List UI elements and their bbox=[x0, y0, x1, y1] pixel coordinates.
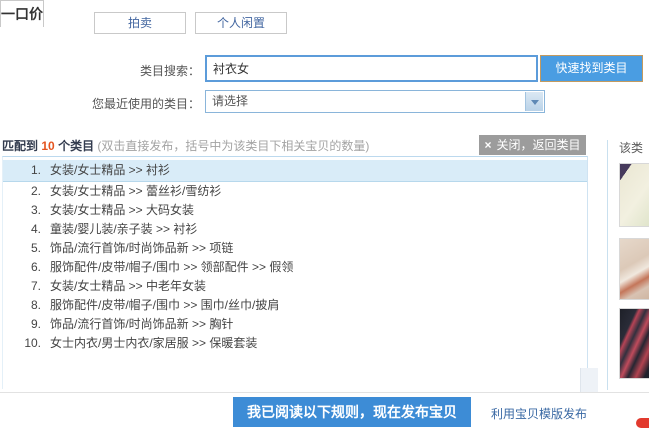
category-list-item[interactable]: 3. 女装/女士精品 >> 大码女装 bbox=[3, 201, 587, 220]
category-item-number: 10. bbox=[3, 334, 41, 353]
match-note: (双击直接发布，括号中为该类目下相关宝贝的数量) bbox=[97, 139, 369, 153]
category-item-path: 女装/女士精品 >> 衬衫 bbox=[50, 163, 170, 177]
category-list-item[interactable]: 7. 女装/女士精品 >> 中老年女装 bbox=[3, 277, 587, 296]
chevron-down-icon[interactable] bbox=[525, 92, 543, 111]
side-panel-divider bbox=[607, 140, 608, 390]
category-item-path: 服饰配件/皮带/帽子/围巾 >> 领部配件 >> 假领 bbox=[50, 260, 293, 274]
category-item-path: 饰品/流行首饰/时尚饰品新 >> 项链 bbox=[50, 241, 233, 255]
category-search-label: 类目搜索： bbox=[0, 62, 200, 79]
category-item-number: 9. bbox=[3, 315, 41, 334]
match-count: 10 bbox=[41, 139, 54, 153]
use-template-link[interactable]: 利用宝贝模版发布 bbox=[491, 405, 587, 422]
close-button-label: 关闭，返回类目 bbox=[497, 138, 581, 152]
category-list-item[interactable]: 5. 饰品/流行首饰/时尚饰品新 >> 项链 bbox=[3, 239, 587, 258]
category-item-path: 童装/婴儿装/亲子装 >> 衬衫 bbox=[50, 222, 197, 236]
recent-category-label: 您最近使用的类目： bbox=[0, 95, 200, 112]
category-item-number: 2. bbox=[3, 182, 41, 201]
scrollbar-corner bbox=[580, 368, 598, 392]
category-list-item[interactable]: 2. 女装/女士精品 >> 蕾丝衫/雪纺衫 bbox=[3, 182, 587, 201]
category-item-number: 7. bbox=[3, 277, 41, 296]
category-list: 1. 女装/女士精品 >> 衬衫 2. 女装/女士精品 >> 蕾丝衫/雪纺衫 3. 女装/… bbox=[2, 156, 588, 389]
category-list-item[interactable]: 1. 女装/女士精品 >> 衬衫 bbox=[3, 160, 587, 182]
match-result-header: 匹配到 10 个类目 (双击直接发布，括号中为该类目下相关宝贝的数量) bbox=[2, 137, 369, 154]
category-item-number: 3. bbox=[3, 201, 41, 220]
category-item-number: 5. bbox=[3, 239, 41, 258]
category-item-path: 服饰配件/皮带/帽子/围巾 >> 围巾/丝巾/披肩 bbox=[50, 298, 279, 312]
lace-clothing-thumbnail[interactable] bbox=[619, 308, 649, 379]
category-list-item[interactable]: 8. 服饰配件/皮带/帽子/围巾 >> 围巾/丝巾/披肩 bbox=[3, 296, 587, 315]
match-suffix: 个类目 bbox=[58, 139, 94, 153]
match-prefix: 匹配到 bbox=[2, 139, 38, 153]
tab-personal-idle[interactable]: 个人闲置 bbox=[195, 12, 287, 34]
category-item-number: 6. bbox=[3, 258, 41, 277]
publish-item-category-page: 一口价 拍卖 个人闲置 类目搜索： 快速找到类目 您最近使用的类目： 请选择 匹… bbox=[0, 0, 649, 428]
category-item-path: 女装/女士精品 >> 蕾丝衫/雪纺衫 bbox=[50, 184, 221, 198]
tab-fixed-price[interactable]: 一口价 bbox=[0, 0, 44, 27]
category-list-item[interactable]: 9. 饰品/流行首饰/时尚饰品新 >> 胸针 bbox=[3, 315, 587, 334]
category-item-path: 饰品/流行首饰/时尚饰品新 >> 胸针 bbox=[50, 317, 233, 331]
category-item-path: 女装/女士精品 >> 中老年女装 bbox=[50, 279, 206, 293]
accessory-photo-thumbnail[interactable] bbox=[619, 238, 649, 300]
category-item-number: 1. bbox=[3, 160, 41, 181]
category-item-path: 女装/女士精品 >> 大码女装 bbox=[50, 203, 194, 217]
red-decoration-cutoff bbox=[636, 418, 649, 428]
close-icon: × bbox=[484, 138, 491, 152]
category-list-item[interactable]: 10. 女士内衣/男士内衣/家居服 >> 保暖套装 bbox=[3, 334, 587, 353]
category-search-input[interactable] bbox=[205, 55, 538, 82]
recent-category-select[interactable]: 请选择 bbox=[205, 90, 545, 113]
quick-find-category-button[interactable]: 快速找到类目 bbox=[540, 55, 643, 82]
publish-now-button[interactable]: 我已阅读以下规则，现在发布宝贝 bbox=[233, 397, 471, 427]
category-list-item[interactable]: 6. 服饰配件/皮带/帽子/围巾 >> 领部配件 >> 假领 bbox=[3, 258, 587, 277]
footer-divider bbox=[0, 392, 649, 393]
recent-category-selected-value: 请选择 bbox=[206, 91, 544, 112]
category-item-path: 女士内衣/男士内衣/家居服 >> 保暖套装 bbox=[50, 336, 257, 350]
shirt-photo-thumbnail[interactable] bbox=[619, 163, 649, 227]
side-panel-heading: 该类 bbox=[619, 139, 643, 156]
category-item-number: 8. bbox=[3, 296, 41, 315]
tab-auction[interactable]: 拍卖 bbox=[94, 12, 186, 34]
category-list-item[interactable]: 4. 童装/婴儿装/亲子装 >> 衬衫 bbox=[3, 220, 587, 239]
category-item-number: 4. bbox=[3, 220, 41, 239]
close-return-category-button[interactable]: × 关闭，返回类目 bbox=[479, 135, 586, 155]
